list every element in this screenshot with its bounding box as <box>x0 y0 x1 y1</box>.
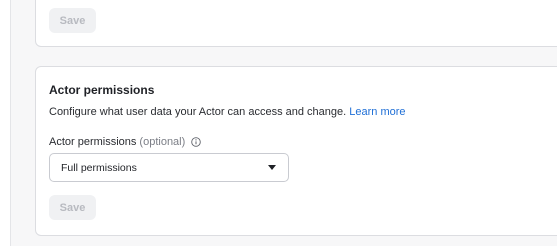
section-title: Actor permissions <box>49 83 155 97</box>
field-label-text: Actor permissions <box>49 136 137 148</box>
previous-settings-card: Save <box>35 0 557 47</box>
info-circle-icon[interactable] <box>191 137 202 147</box>
section-description: Configure what user data your Actor can … <box>49 106 406 118</box>
learn-more-link[interactable]: Learn more <box>349 106 405 118</box>
permissions-field-label: Actor permissions (optional) <box>49 136 202 148</box>
field-optional-hint: (optional) <box>139 136 186 148</box>
left-sidebar-rail <box>0 0 11 246</box>
save-button[interactable]: Save <box>49 8 96 33</box>
select-value: Full permissions <box>61 161 137 174</box>
actor-permissions-card: Actor permissions Configure what user da… <box>35 66 557 236</box>
permissions-select[interactable]: Full permissions <box>49 153 289 182</box>
description-text: Configure what user data your Actor can … <box>49 106 347 118</box>
caret-down-icon <box>268 165 276 170</box>
save-button[interactable]: Save <box>49 195 96 220</box>
